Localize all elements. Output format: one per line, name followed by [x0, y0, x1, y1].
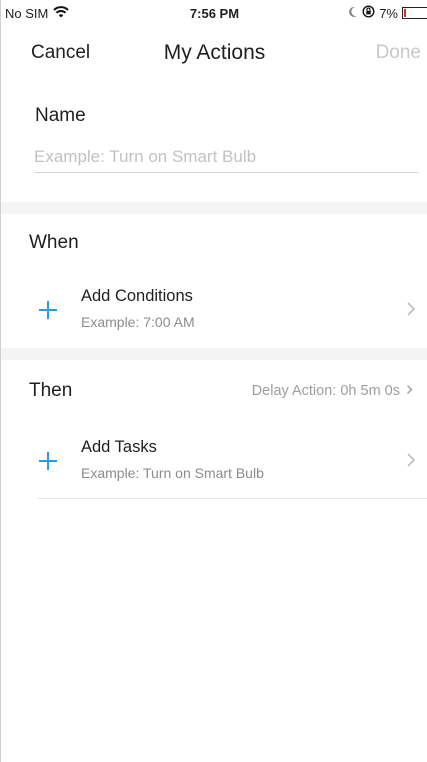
add-tasks-example: Example: Turn on Smart Bulb — [81, 465, 264, 481]
page-title: My Actions — [163, 41, 266, 64]
rotation-lock-icon — [362, 5, 375, 21]
name-input[interactable] — [34, 142, 418, 173]
nav-bar: Cancel My Actions Done — [1, 36, 427, 72]
add-tasks-label: Add Tasks — [81, 438, 157, 456]
row-divider — [37, 498, 427, 499]
moon-icon — [348, 6, 358, 21]
add-conditions-row[interactable]: Add Conditions Example: 7:00 AM — [1, 279, 427, 343]
status-right: 7% — [348, 5, 427, 21]
name-label: Name — [35, 105, 86, 126]
plus-icon — [37, 450, 59, 472]
chevron-right-icon — [406, 383, 413, 399]
section-separator — [1, 348, 427, 360]
delay-action-button[interactable]: Delay Action: 0h 5m 0s — [252, 383, 413, 399]
add-tasks-row[interactable]: Add Tasks Example: Turn on Smart Bulb — [1, 430, 427, 494]
chevron-right-icon — [406, 301, 416, 317]
screen: No SIM 7:56 PM 7% Cancel My Actions Done… — [0, 0, 427, 762]
battery-level — [404, 9, 406, 17]
then-title: Then — [29, 380, 73, 401]
plus-icon — [37, 299, 59, 321]
battery-icon — [402, 7, 427, 19]
delay-action-label: Delay Action: 0h 5m 0s — [251, 383, 400, 399]
add-conditions-label: Add Conditions — [81, 287, 193, 305]
add-conditions-example: Example: 7:00 AM — [81, 314, 195, 330]
battery-percent: 7% — [379, 5, 398, 21]
status-bar: No SIM 7:56 PM 7% — [1, 0, 427, 26]
section-separator — [1, 202, 427, 214]
when-title: When — [29, 232, 79, 253]
chevron-right-icon — [406, 452, 416, 468]
done-button[interactable]: Done — [376, 42, 421, 64]
